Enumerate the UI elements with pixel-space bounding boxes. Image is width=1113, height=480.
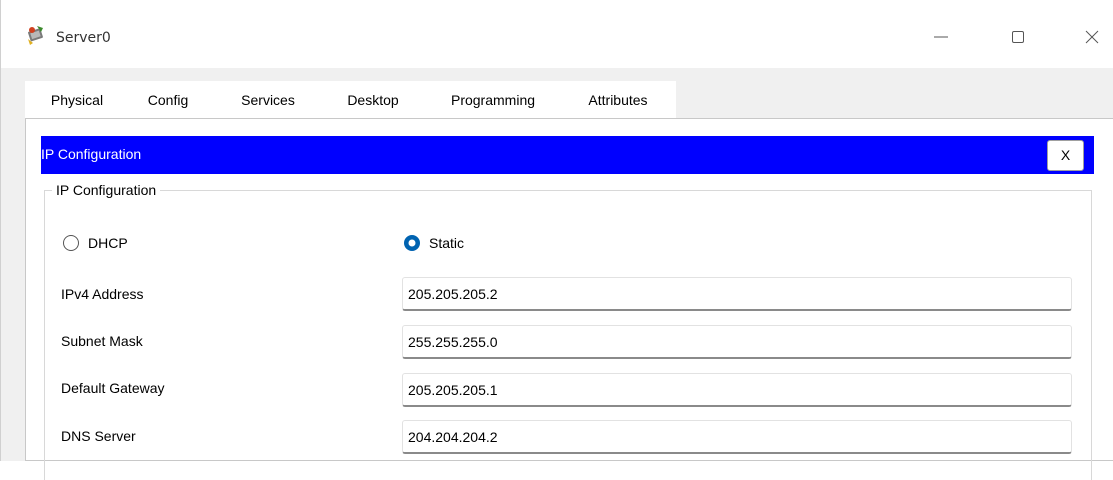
- static-radio[interactable]: Static: [402, 232, 522, 254]
- subnet-mask-label: Subnet Mask: [61, 333, 143, 349]
- tab-strip: Physical Config Services Desktop Program…: [25, 81, 676, 122]
- close-icon: [1085, 30, 1099, 44]
- ip-config-header-title: IP Configuration: [41, 146, 142, 162]
- close-window-button[interactable]: [1072, 22, 1112, 52]
- radio-unselected-icon: [63, 235, 79, 251]
- maximize-icon: [1012, 31, 1024, 43]
- tab-physical[interactable]: Physical: [44, 92, 110, 116]
- ipv4-address-input[interactable]: [402, 277, 1072, 311]
- dhcp-radio[interactable]: DHCP: [61, 232, 181, 254]
- minimize-button[interactable]: [921, 22, 961, 52]
- ip-config-group-title: IP Configuration: [52, 182, 161, 198]
- default-gateway-input[interactable]: [402, 373, 1072, 407]
- tab-attributes[interactable]: Attributes: [580, 92, 656, 116]
- dns-server-input[interactable]: [402, 420, 1072, 454]
- server-window: Server0 Physical Config Services Desktop…: [0, 0, 1113, 480]
- tab-config[interactable]: Config: [144, 92, 192, 116]
- server-app-icon: [25, 24, 47, 46]
- window-title: Server0: [56, 30, 111, 46]
- dns-server-label: DNS Server: [61, 428, 136, 444]
- minimize-icon: [934, 36, 948, 38]
- tab-desktop[interactable]: Desktop: [332, 92, 414, 122]
- maximize-button[interactable]: [998, 22, 1038, 52]
- ipv4-address-label: IPv4 Address: [61, 286, 144, 302]
- ip-config-header: IP Configuration: [41, 136, 1094, 174]
- tab-programming[interactable]: Programming: [442, 92, 544, 116]
- static-label: Static: [429, 235, 465, 251]
- close-ip-config-button[interactable]: X: [1047, 140, 1084, 171]
- default-gateway-label: Default Gateway: [61, 380, 165, 396]
- dhcp-label: DHCP: [88, 235, 128, 251]
- tab-services[interactable]: Services: [233, 92, 303, 116]
- radio-selected-icon: [404, 235, 420, 251]
- subnet-mask-input[interactable]: [402, 325, 1072, 359]
- title-bar[interactable]: Server0: [1, 0, 1113, 68]
